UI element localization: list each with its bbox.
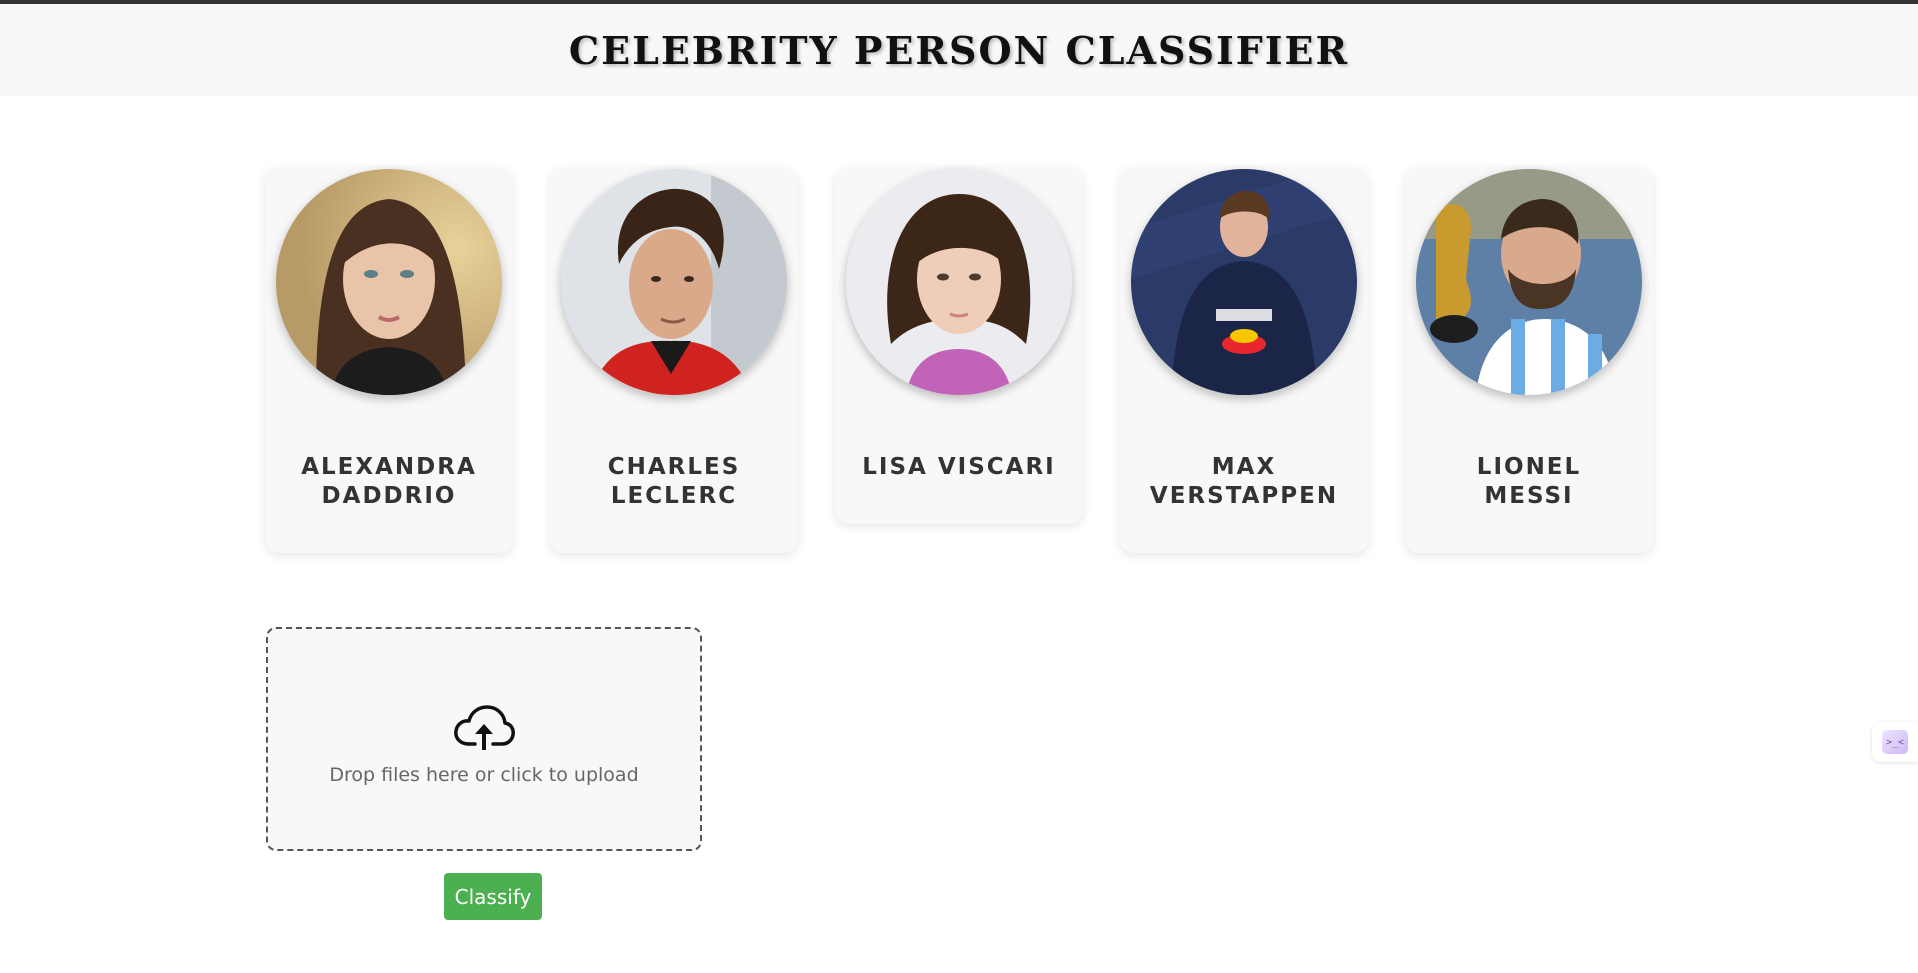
celebrity-card: CHARLES LECLERC (550, 167, 798, 553)
dropzone-label: Drop files here or click to upload (329, 764, 639, 786)
celebrity-card: ALEXANDRA DADDRIO (265, 167, 513, 553)
celebrity-photo (1131, 169, 1357, 395)
cloud-upload-icon (454, 705, 515, 750)
celebrity-cards: ALEXANDRA DADDRIO CHARLES LECLERC LISA V… (265, 167, 1653, 553)
celebrity-photo (276, 169, 502, 395)
celebrity-card: LISA VISCARI (835, 167, 1083, 524)
assistant-icon: >_< (1882, 730, 1908, 754)
celebrity-name: LISA VISCARI (862, 454, 1056, 480)
celebrity-card: LIONEL MESSI (1405, 167, 1653, 553)
page-header: CELEBRITY PERSON CLASSIFIER (0, 4, 1918, 96)
page-title: CELEBRITY PERSON CLASSIFIER (568, 27, 1350, 73)
celebrity-name: MAX VERSTAPPEN (1149, 454, 1339, 509)
side-widget[interactable]: >_< (1872, 722, 1918, 762)
file-dropzone[interactable]: Drop files here or click to upload (266, 627, 702, 851)
celebrity-photo (561, 169, 787, 395)
celebrity-name: LIONEL MESSI (1476, 454, 1582, 509)
classify-button[interactable]: Classify (444, 873, 542, 920)
celebrity-name: CHARLES LECLERC (607, 454, 741, 509)
celebrity-card: MAX VERSTAPPEN (1120, 167, 1368, 553)
celebrity-photo (846, 169, 1072, 395)
celebrity-photo (1416, 169, 1642, 395)
celebrity-name: ALEXANDRA DADDRIO (301, 454, 477, 509)
